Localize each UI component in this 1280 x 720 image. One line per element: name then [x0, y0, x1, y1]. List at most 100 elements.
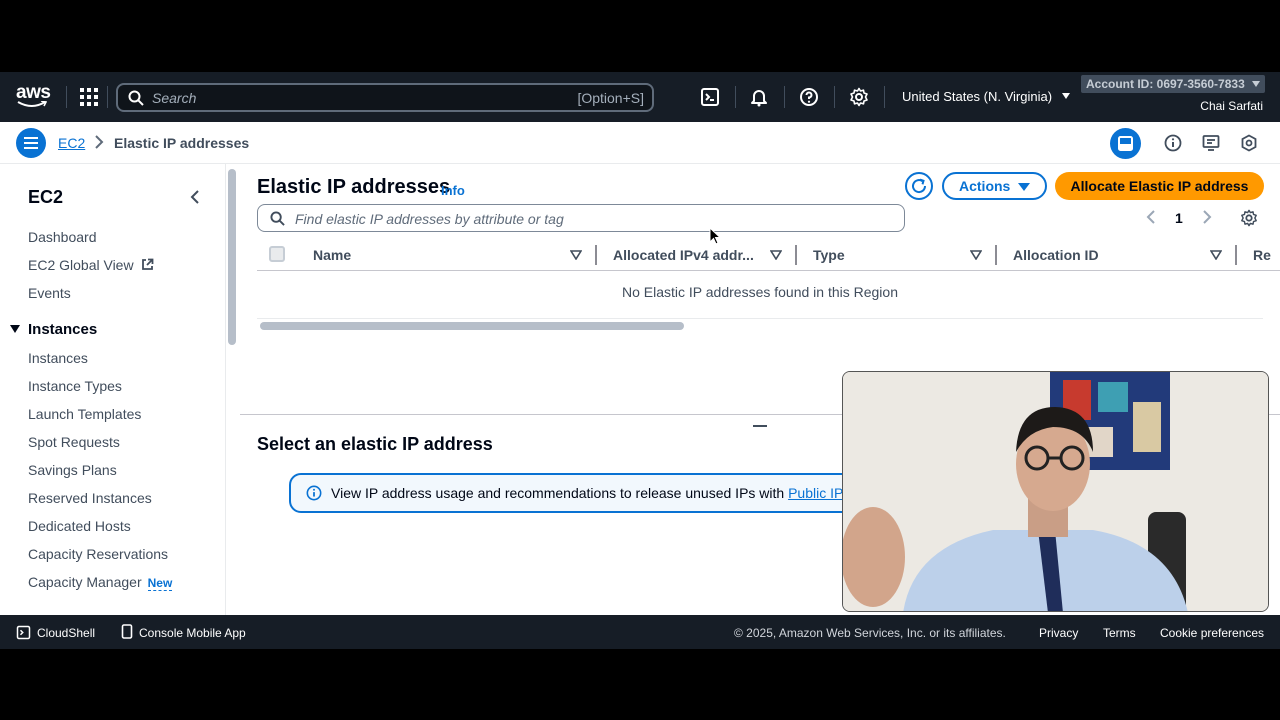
info-link[interactable]: Info	[441, 183, 465, 198]
column-header-region[interactable]: Re	[1253, 247, 1271, 263]
account-menu[interactable]: Account ID: 0697-3560-7833	[1081, 75, 1266, 93]
column-divider[interactable]	[1235, 245, 1237, 265]
aws-console-screen: aws Search [Option+S] United States (N. …	[0, 72, 1280, 649]
column-header-ipv4[interactable]: Allocated IPv4 addr...	[613, 247, 754, 263]
mobile-phone-icon	[121, 624, 133, 639]
footer-cloudshell-link[interactable]: CloudShell	[37, 626, 95, 640]
sidebar-item-savings-plans[interactable]: Savings Plans	[28, 462, 117, 478]
notifications-bell-icon[interactable]	[749, 87, 769, 107]
details-panel-title: Select an elastic IP address	[257, 434, 493, 454]
filter-input[interactable]: Find elastic IP addresses by attribute o…	[257, 204, 905, 232]
previous-page-icon[interactable]	[1146, 210, 1156, 224]
column-header-name[interactable]: Name	[313, 247, 351, 263]
sort-icon[interactable]	[570, 250, 582, 260]
sidebar-item-capacity-manager[interactable]: Capacity Manager New	[28, 574, 173, 591]
sort-icon[interactable]	[770, 250, 782, 260]
footer-copyright: © 2025, Amazon Web Services, Inc. or its…	[734, 626, 1006, 640]
split-panel-resize-handle[interactable]	[753, 425, 767, 427]
caret-down-icon	[1018, 183, 1030, 191]
nav-divider	[834, 86, 835, 108]
sidebar-item-label: Capacity Manager	[28, 574, 142, 590]
panel-toggle-button[interactable]	[1110, 128, 1141, 159]
search-placeholder: Search	[152, 90, 197, 106]
actions-dropdown-button[interactable]: Actions	[942, 172, 1047, 200]
user-name[interactable]: Chai Sarfati	[1200, 99, 1263, 113]
sidebar-section-instances[interactable]: Instances	[10, 321, 97, 338]
aws-logo-text: aws	[16, 82, 51, 103]
nav-divider	[66, 86, 67, 108]
sort-icon[interactable]	[1210, 250, 1222, 260]
column-header-allocation-id[interactable]: Allocation ID	[1013, 247, 1099, 263]
settings-gear-icon[interactable]	[849, 87, 869, 107]
column-header-type[interactable]: Type	[813, 247, 845, 263]
actions-label: Actions	[959, 178, 1011, 194]
collapse-sidebar-icon[interactable]	[189, 189, 201, 205]
select-all-checkbox[interactable]	[269, 246, 285, 262]
footer-privacy-link[interactable]: Privacy	[1039, 626, 1078, 640]
table-header: Name Allocated IPv4 addr... Type Allocat…	[257, 243, 1280, 271]
side-nav-toggle-button[interactable]	[16, 128, 46, 158]
footer-terms-link[interactable]: Terms	[1103, 626, 1136, 640]
breadcrumb-ec2-link[interactable]: EC2	[58, 135, 85, 151]
sidebar-item-launch-templates[interactable]: Launch Templates	[28, 406, 141, 422]
region-label: United States (N. Virginia)	[902, 89, 1053, 104]
breadcrumb-bar: EC2 Elastic IP addresses	[0, 122, 1280, 164]
webcam-overlay	[842, 371, 1269, 612]
caret-down-icon	[10, 325, 20, 333]
sidebar-item-capacity-reservations[interactable]: Capacity Reservations	[28, 546, 168, 562]
page-title: Elastic IP addresses	[257, 176, 451, 198]
feedback-hex-icon[interactable]	[1240, 134, 1258, 152]
sidebar-item-spot-requests[interactable]: Spot Requests	[28, 434, 120, 450]
allocate-elastic-ip-button[interactable]: Allocate Elastic IP address	[1055, 172, 1264, 200]
sidebar-item-reserved-instances[interactable]: Reserved Instances	[28, 490, 152, 506]
column-divider[interactable]	[795, 245, 797, 265]
chevron-right-icon	[95, 135, 104, 149]
search-icon	[270, 211, 285, 226]
breadcrumb-current: Elastic IP addresses	[114, 135, 250, 151]
new-badge: New	[147, 576, 173, 591]
next-page-icon[interactable]	[1202, 210, 1212, 224]
sidebar-item-global-view[interactable]: EC2 Global View	[28, 257, 154, 273]
sort-icon[interactable]	[970, 250, 982, 260]
nav-divider	[735, 86, 736, 108]
sidebar-scrollbar[interactable]	[228, 169, 236, 345]
alert-message: View IP address usage and recommendation…	[331, 485, 789, 501]
refresh-icon	[912, 178, 927, 194]
panel-layout-icon	[1118, 136, 1133, 151]
column-divider[interactable]	[995, 245, 997, 265]
cloudshell-icon[interactable]	[700, 87, 720, 107]
table-preferences-gear-icon[interactable]	[1240, 209, 1258, 227]
current-page-number[interactable]: 1	[1175, 210, 1183, 226]
info-panel-icon[interactable]	[1164, 134, 1182, 152]
sidebar-item-dashboard[interactable]: Dashboard	[28, 229, 97, 245]
help-icon[interactable]	[799, 87, 819, 107]
footer-mobile-app-link[interactable]: Console Mobile App	[139, 626, 246, 640]
aws-smile-icon	[17, 101, 47, 107]
empty-table-message: No Elastic IP addresses found in this Re…	[621, 284, 898, 300]
sidebar-item-events[interactable]: Events	[28, 285, 71, 301]
presenter-video-frame	[843, 372, 1268, 611]
side-navigation: EC2 Dashboard EC2 Global View Events Ins…	[0, 164, 226, 615]
sidebar-item-dedicated-hosts[interactable]: Dedicated Hosts	[28, 518, 131, 534]
services-grid-icon[interactable]	[80, 88, 98, 106]
top-navigation: aws Search [Option+S] United States (N. …	[0, 72, 1280, 122]
sidebar-item-instance-types[interactable]: Instance Types	[28, 378, 122, 394]
column-divider[interactable]	[595, 245, 597, 265]
public-ip-insights-link[interactable]: Public IP	[788, 485, 843, 501]
cloudshell-icon	[16, 625, 31, 640]
global-search-input[interactable]: Search [Option+S]	[116, 83, 654, 112]
caret-down-icon	[1252, 81, 1261, 87]
sidebar-item-instances[interactable]: Instances	[28, 350, 88, 366]
table-horizontal-scrollbar[interactable]	[260, 322, 684, 330]
tutorial-panel-icon[interactable]	[1202, 134, 1220, 152]
search-shortcut: [Option+S]	[577, 90, 644, 106]
aws-logo[interactable]: aws	[16, 82, 51, 110]
external-link-icon	[142, 258, 154, 270]
filter-placeholder: Find elastic IP addresses by attribute o…	[295, 211, 564, 227]
info-circle-icon	[306, 485, 322, 501]
footer-cookie-preferences-link[interactable]: Cookie preferences	[1160, 626, 1264, 640]
refresh-button[interactable]	[905, 172, 933, 200]
alert-text: View IP address usage and recommendation…	[331, 485, 843, 501]
mouse-cursor-icon	[709, 227, 721, 245]
region-selector[interactable]: United States (N. Virginia)	[902, 89, 1070, 104]
